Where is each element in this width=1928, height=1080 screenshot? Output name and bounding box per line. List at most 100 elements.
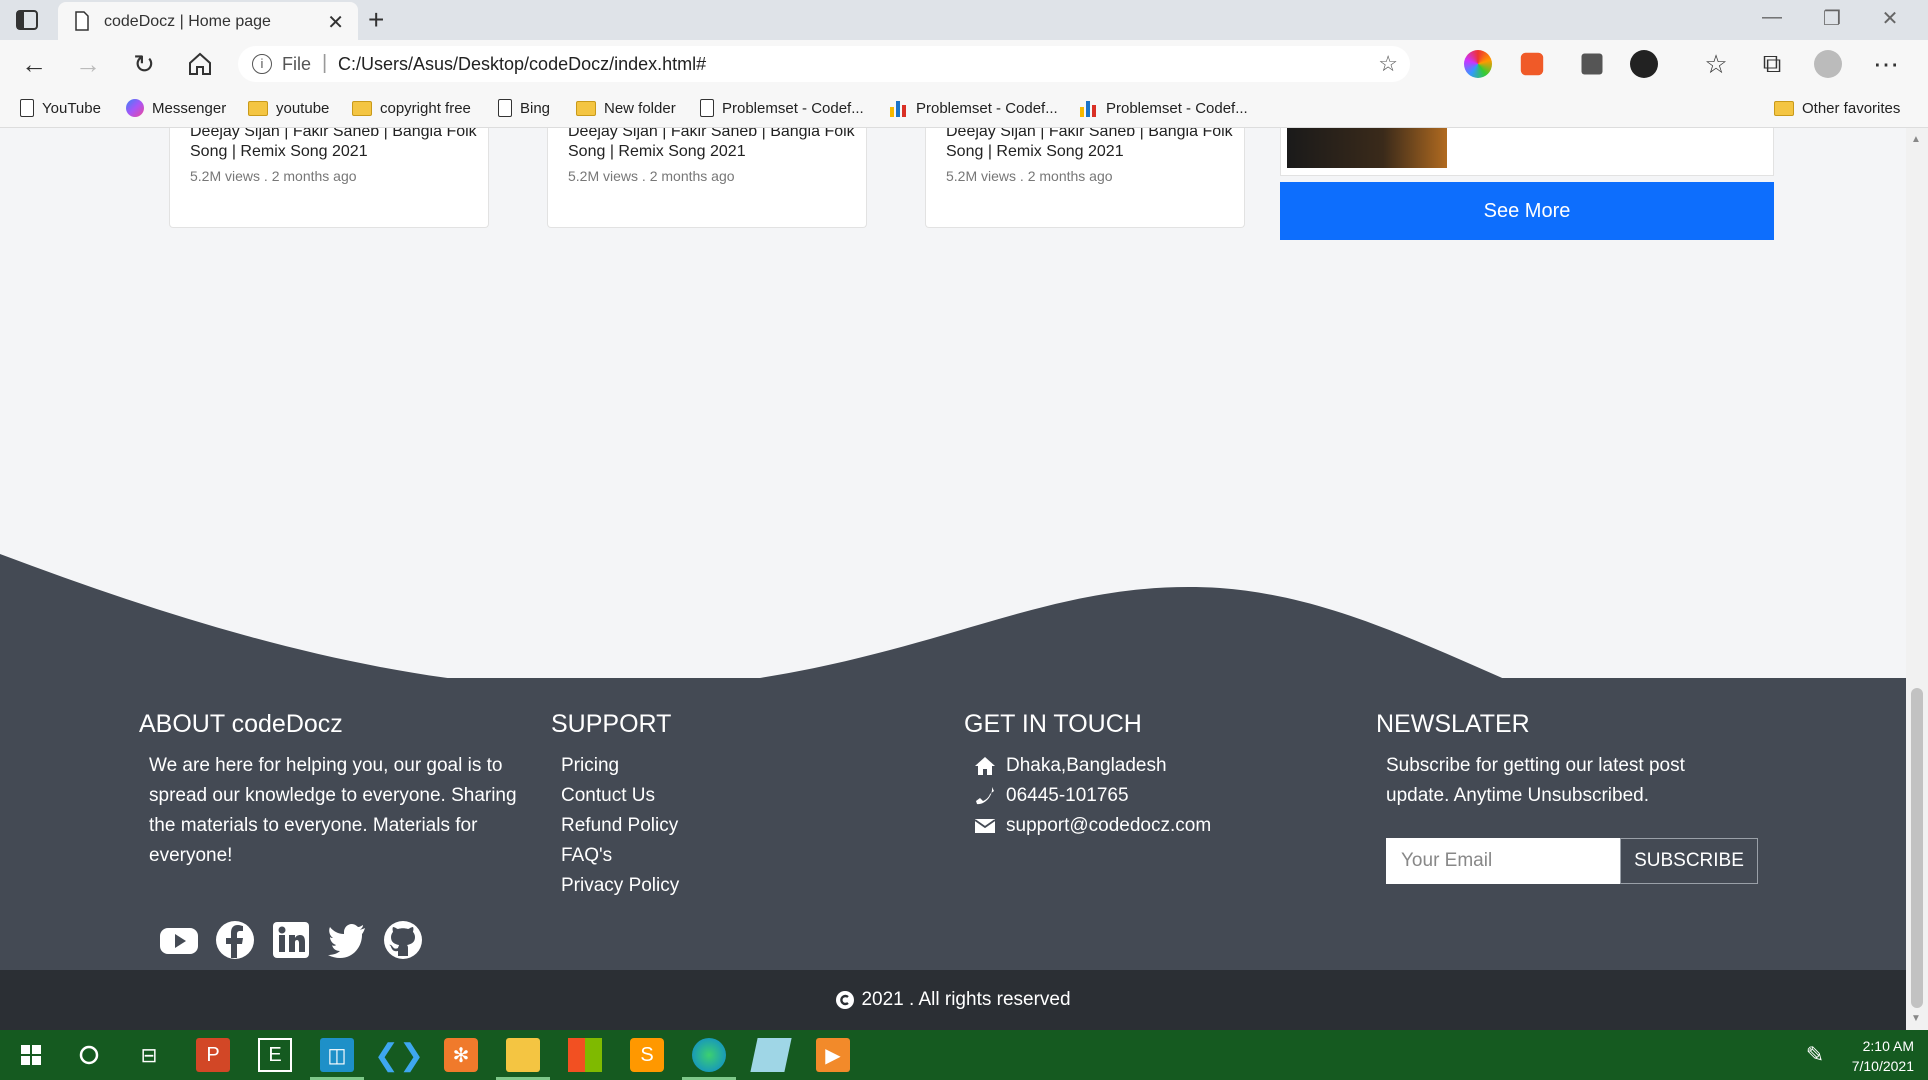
xampp-icon[interactable]: ✻ — [444, 1038, 478, 1072]
folder-icon — [1774, 100, 1794, 116]
browser-tab[interactable]: codeDocz | Home page ✕ — [58, 2, 358, 40]
url-separator: | — [322, 52, 328, 74]
bookmark-label: Problemset - Codef... — [722, 99, 864, 117]
windows-start-icon[interactable] — [14, 1038, 48, 1072]
page-viewport: Deejay Sijan | Fakir Saheb | Bangla Folk… — [0, 128, 1906, 1030]
file-explorer-icon[interactable] — [496, 1038, 550, 1080]
email-input[interactable] — [1386, 838, 1620, 884]
linkedin-icon[interactable] — [271, 920, 311, 960]
copyright-bar: 2021 . All rights reserved — [0, 970, 1906, 1030]
search-icon[interactable] — [72, 1038, 106, 1072]
bookmark-youtube[interactable]: YouTube — [20, 96, 101, 120]
bookmark-problemset-2[interactable]: Problemset - Codef... — [890, 96, 1058, 120]
footer-newsletter-text: Subscribe for getting our latest post up… — [1386, 755, 1685, 806]
footer-link-privacy[interactable]: Privacy Policy — [561, 871, 851, 901]
system-clock[interactable]: 2:10 AM 7/10/2021 — [1852, 1036, 1914, 1076]
video-thumbnail[interactable] — [1287, 128, 1447, 168]
bookmark-messenger[interactable]: Messenger — [126, 96, 226, 120]
profile-avatar[interactable] — [1814, 50, 1842, 78]
favorites-icon[interactable]: ☆ — [1700, 48, 1732, 80]
more-options-icon[interactable]: ⋯ — [1870, 48, 1902, 80]
subscribe-button[interactable]: SUBSCRIBE — [1620, 838, 1758, 884]
media-player-icon[interactable]: ▶ — [816, 1038, 850, 1072]
powerpoint-icon[interactable]: P — [196, 1038, 230, 1072]
contact-address: Dhaka,Bangladesh — [974, 751, 1324, 781]
color-extension-icon[interactable] — [1464, 50, 1492, 78]
footer-contact-heading: GET IN TOUCH — [964, 710, 1142, 738]
twitter-icon[interactable] — [327, 920, 367, 960]
home-icon[interactable] — [184, 48, 216, 80]
swift-extension-icon[interactable] — [1520, 52, 1544, 76]
see-more-button[interactable]: See More — [1280, 182, 1774, 240]
video-card[interactable]: Deejay Sijan | Fakir Saheb | Bangla Folk… — [925, 128, 1245, 228]
editor-icon[interactable]: E — [258, 1038, 292, 1072]
folder-icon — [352, 100, 372, 116]
edge-browser-icon[interactable] — [682, 1038, 736, 1080]
scroll-thumb[interactable] — [1911, 688, 1923, 1008]
video-title[interactable]: Deejay Sijan | Fakir Saheb | Bangla Folk… — [568, 128, 858, 162]
task-view-icon[interactable]: ⊟ — [132, 1038, 166, 1072]
notebook-icon[interactable] — [750, 1038, 792, 1072]
collections-icon[interactable]: ⧉ — [1756, 48, 1788, 80]
bookmark-folder-copyright-free[interactable]: copyright free — [352, 96, 471, 120]
new-tab-button[interactable]: + — [368, 4, 384, 36]
video-card[interactable]: Deejay Sijan | Fakir Saheb | Bangla Folk… — [169, 128, 489, 228]
contact-phone: 06445-101765 — [974, 781, 1324, 811]
close-tab-icon[interactable]: ✕ — [327, 10, 344, 35]
browser-tab-bar: codeDocz | Home page ✕ + — ❐ ✕ — [0, 0, 1928, 40]
refresh-icon[interactable]: ↻ — [128, 48, 160, 80]
minimize-icon[interactable]: — — [1752, 6, 1792, 29]
codeforces-icon — [890, 99, 908, 117]
url-text[interactable]: C:/Users/Asus/Desktop/codeDocz/index.htm… — [338, 54, 706, 75]
bookmark-folder-new-folder[interactable]: New folder — [576, 96, 676, 120]
bookmark-other-favorites[interactable]: Other favorites — [1774, 96, 1900, 120]
footer-newsletter-heading: NEWSLATER — [1376, 710, 1530, 738]
scroll-down-icon[interactable]: ▼ — [1911, 1013, 1921, 1024]
app-icon[interactable]: ◫ — [310, 1038, 364, 1080]
address-bar[interactable]: i File | C:/Users/Asus/Desktop/codeDocz/… — [238, 46, 1410, 82]
bookmark-label: copyright free — [380, 99, 471, 117]
youtube-icon[interactable] — [159, 920, 199, 960]
page-scrollbar[interactable]: ▲ ▼ — [1906, 128, 1928, 1030]
footer-link-refund[interactable]: Refund Policy — [561, 811, 851, 841]
github-icon[interactable] — [383, 920, 423, 960]
bookmark-label: Problemset - Codef... — [1106, 99, 1248, 117]
footer-link-pricing[interactable]: Pricing — [561, 751, 851, 781]
footer-support-heading: SUPPORT — [551, 710, 672, 738]
footer-link-faq[interactable]: FAQ's — [561, 841, 851, 871]
bookmark-folder-youtube[interactable]: youtube — [248, 96, 329, 120]
bookmark-label: Other favorites — [1802, 99, 1901, 117]
back-icon[interactable]: ← — [18, 48, 50, 80]
sublime-text-icon[interactable]: S — [630, 1038, 664, 1072]
close-window-icon[interactable]: ✕ — [1870, 6, 1910, 31]
bookmark-problemset-3[interactable]: Problemset - Codef... — [1080, 96, 1248, 120]
eyedropper-extension-icon[interactable] — [1581, 53, 1603, 75]
side-video-item[interactable] — [1280, 128, 1774, 176]
bookmark-problemset-1[interactable]: Problemset - Codef... — [700, 96, 864, 120]
restore-icon[interactable]: ❐ — [1812, 6, 1852, 31]
contact-email-text[interactable]: support@codedocz.com — [1006, 811, 1211, 841]
add-favorite-icon[interactable]: ☆ — [1378, 51, 1398, 77]
footer-link-contact[interactable]: Contuct Us — [561, 781, 851, 811]
video-title[interactable]: Deejay Sijan | Fakir Saheb | Bangla Folk… — [946, 128, 1236, 162]
page-icon — [20, 99, 34, 117]
folder-icon — [248, 100, 268, 116]
facebook-icon[interactable] — [215, 920, 255, 960]
scroll-up-icon[interactable]: ▲ — [1911, 134, 1921, 145]
site-info-icon[interactable]: i — [252, 54, 272, 74]
bookmarks-bar: YouTube Messenger youtube copyright free… — [0, 88, 1928, 128]
vscode-icon[interactable]: ❮❯ — [374, 1038, 424, 1072]
video-title[interactable]: Deejay Sijan | Fakir Saheb | Bangla Folk… — [190, 128, 480, 162]
tab-actions-icon[interactable] — [14, 8, 40, 32]
tab-title: codeDocz | Home page — [104, 13, 271, 30]
copyright-text: 2021 . All rights reserved — [861, 989, 1071, 1010]
store-icon[interactable] — [568, 1038, 602, 1072]
forward-icon[interactable]: → — [72, 48, 104, 80]
chat-extension-icon[interactable] — [1630, 50, 1658, 78]
contact-phone-text: 06445-101765 — [1006, 785, 1129, 806]
bookmark-bing[interactable]: Bing — [498, 96, 550, 120]
browser-toolbar: ← → ↻ i File | C:/Users/Asus/Desktop/cod… — [0, 40, 1928, 88]
footer-about: ABOUT codeDocz We are here for helping y… — [139, 710, 529, 959]
video-card[interactable]: Deejay Sijan | Fakir Saheb | Bangla Folk… — [547, 128, 867, 228]
pen-icon[interactable]: ✎ — [1798, 1038, 1832, 1072]
